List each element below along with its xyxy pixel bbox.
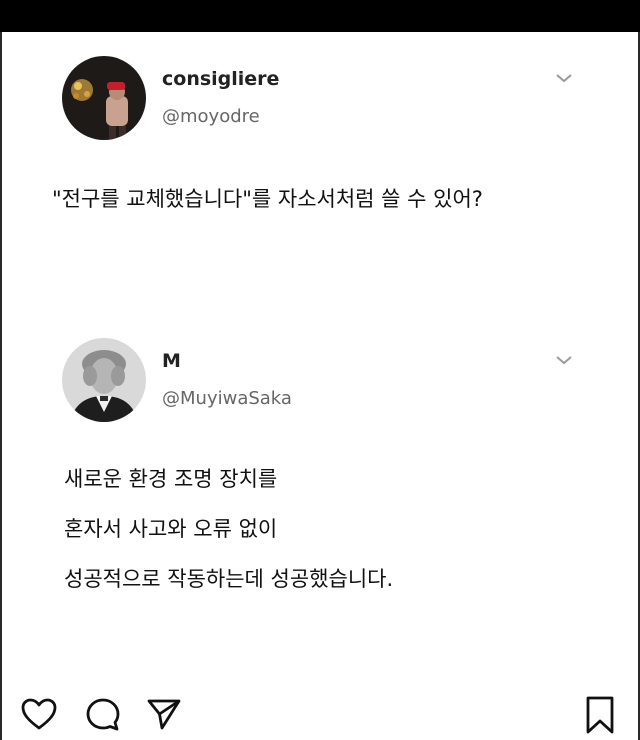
chevron-down-icon[interactable] (555, 72, 573, 84)
handle[interactable]: @MuyiwaSaka (162, 388, 292, 409)
heart-icon[interactable] (20, 697, 58, 731)
tweet-text: "전구를 교체했습니다"를 자소서처럼 쓸 수 있어? (52, 187, 483, 211)
username[interactable]: M (162, 350, 181, 372)
tweet-text-line: 성공적으로 작동하는데 성공했습니다. (64, 567, 394, 591)
top-bar (0, 0, 640, 32)
avatar[interactable] (62, 338, 146, 422)
avatar[interactable] (62, 56, 146, 140)
handle[interactable]: @moyodre (162, 106, 260, 127)
tweet-text-line: 혼자서 사고와 오류 없이 (64, 517, 278, 541)
left-border (0, 32, 2, 740)
bookmark-icon[interactable] (584, 695, 616, 735)
comment-icon[interactable] (84, 696, 122, 734)
username[interactable]: consigliere (162, 68, 279, 90)
tweet-text-line: 새로운 환경 조명 장치를 (64, 467, 278, 491)
chevron-down-icon[interactable] (555, 354, 573, 366)
send-icon[interactable] (146, 697, 182, 731)
